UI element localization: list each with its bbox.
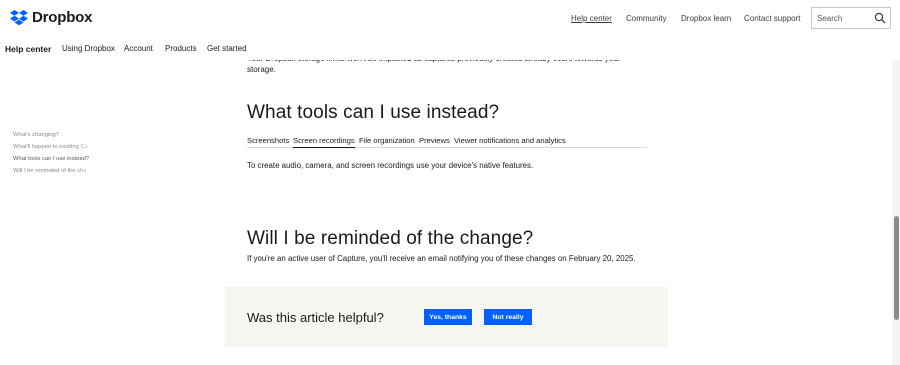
not-really-button[interactable]: Not really bbox=[484, 309, 532, 325]
toc-item-whats-changing[interactable]: What's changing? bbox=[13, 132, 93, 144]
tab-previews[interactable]: Previews bbox=[419, 136, 450, 145]
search-input[interactable]: Search bbox=[811, 7, 891, 29]
subnav-account[interactable]: Account bbox=[124, 44, 153, 53]
toc-item-existing-captures[interactable]: What'll happen to existing Ca bbox=[13, 144, 93, 156]
nav-community[interactable]: Community bbox=[626, 14, 666, 23]
dropbox-icon bbox=[10, 10, 28, 25]
dropbox-logo[interactable]: Dropbox bbox=[10, 9, 92, 26]
section-text-reminded: If you're an active user of Capture, you… bbox=[247, 254, 636, 263]
tab-screen-recordings[interactable]: Screen recordings bbox=[293, 136, 355, 148]
nav-contact-support[interactable]: Contact support bbox=[744, 14, 800, 23]
tab-screenshots[interactable]: Screenshots bbox=[247, 136, 289, 145]
brand-name: Dropbox bbox=[32, 9, 93, 26]
scrollbar-thumb[interactable] bbox=[894, 216, 899, 320]
nav-help-center[interactable]: Help center bbox=[571, 14, 612, 23]
top-bar: Dropbox Help center Community Dropbox le… bbox=[0, 0, 900, 38]
table-of-contents: What's changing? What'll happen to exist… bbox=[13, 132, 93, 180]
tools-tabs: Screenshots Screen recordings File organ… bbox=[247, 134, 647, 148]
tab-panel-text: To create audio, camera, and screen reco… bbox=[247, 161, 534, 170]
section-heading-reminded: Will I be reminded of the change? bbox=[247, 228, 534, 249]
search-icon[interactable] bbox=[874, 12, 886, 24]
tab-file-organization[interactable]: File organization bbox=[359, 136, 415, 145]
secondary-nav: Help center Using Dropbox Account Produc… bbox=[0, 38, 900, 60]
feedback-panel: Was this article helpful? Yes, thanks No… bbox=[225, 287, 668, 347]
feedback-question: Was this article helpful? bbox=[247, 310, 384, 325]
search-placeholder: Search bbox=[817, 14, 843, 23]
help-center-title[interactable]: Help center bbox=[5, 44, 51, 54]
toc-item-tools-instead[interactable]: What tools can I use instead? bbox=[13, 156, 93, 168]
paragraph-text: storage. bbox=[247, 65, 276, 74]
section-heading-tools: What tools can I use instead? bbox=[247, 102, 500, 123]
tab-viewer-notifications[interactable]: Viewer notifications and analytics bbox=[454, 136, 566, 145]
subnav-using-dropbox[interactable]: Using Dropbox bbox=[62, 44, 115, 53]
subnav-get-started[interactable]: Get started bbox=[207, 44, 247, 53]
yes-thanks-button[interactable]: Yes, thanks bbox=[424, 309, 472, 325]
subnav-products[interactable]: Products bbox=[165, 44, 197, 53]
toc-item-reminded[interactable]: Will I be reminded of the cha bbox=[13, 168, 93, 180]
nav-dropbox-learn[interactable]: Dropbox learn bbox=[681, 14, 731, 23]
